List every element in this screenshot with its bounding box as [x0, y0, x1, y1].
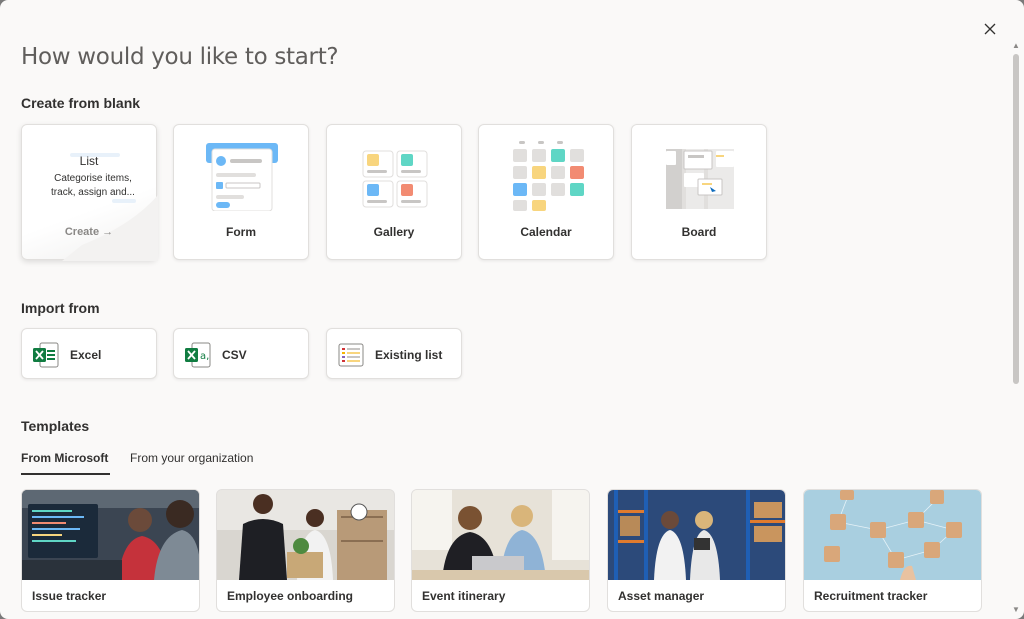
vertical-scrollbar[interactable]: ▲ ▼ [1011, 40, 1021, 619]
active-tab-indicator [21, 473, 110, 475]
create-board-card[interactable]: Board [631, 124, 767, 260]
scroll-thumb[interactable] [1013, 54, 1019, 384]
template-issue-tracker[interactable]: Issue tracker [21, 489, 200, 612]
import-excel-button[interactable]: Excel [21, 328, 157, 379]
close-button[interactable] [980, 19, 1000, 39]
form-icon [206, 143, 278, 211]
board-card-label: Board [681, 225, 717, 239]
template-asset-manager-label: Asset manager [618, 589, 705, 603]
gallery-card-label: Gallery [373, 225, 415, 239]
template-issue-tracker-label: Issue tracker [32, 589, 107, 603]
board-icon [666, 149, 734, 209]
import-csv-label: CSV [222, 348, 247, 362]
template-asset-manager[interactable]: Asset manager [607, 489, 786, 612]
svg-text:a,: a, [200, 351, 209, 362]
csv-icon: a, [185, 342, 211, 368]
template-event-itinerary-label: Event itinerary [422, 589, 506, 603]
tab-from-microsoft[interactable]: From Microsoft [21, 451, 108, 465]
import-excel-label: Excel [70, 348, 102, 362]
template-recruitment-tracker[interactable]: Recruitment tracker [803, 489, 982, 612]
list-card-title: List [79, 154, 99, 168]
template-event-itinerary[interactable]: Event itinerary [411, 489, 590, 612]
form-card-label: Form [226, 225, 256, 239]
list-card-description: Categorise items, track, assign and... [51, 173, 135, 198]
create-calendar-card[interactable]: Calendar [478, 124, 614, 260]
excel-icon [33, 342, 59, 368]
women-laptop-photo [412, 490, 589, 580]
network-blocks-photo [804, 490, 981, 580]
templates-heading: Templates [21, 418, 90, 434]
create-from-blank-heading: Create from blank [21, 95, 141, 111]
existing-list-icon [338, 343, 364, 367]
template-employee-onboarding-label: Employee onboarding [227, 589, 354, 603]
template-employee-onboarding[interactable]: Employee onboarding [216, 489, 395, 612]
create-list-card[interactable]: List Categorise items, track, assign and… [21, 124, 158, 261]
tab-from-your-organization[interactable]: From your organization [130, 451, 253, 465]
import-csv-button[interactable]: a, CSV [173, 328, 309, 379]
import-existing-list-button[interactable]: Existing list [326, 328, 462, 379]
template-recruitment-tracker-label: Recruitment tracker [814, 589, 928, 603]
warehouse-photo [608, 490, 785, 580]
create-form-card[interactable]: Form [173, 124, 309, 260]
create-gallery-card[interactable]: Gallery [326, 124, 462, 260]
gallery-icon [362, 150, 428, 208]
calendar-card-label: Calendar [520, 225, 572, 239]
dialog-title: How would you like to start? [21, 44, 339, 70]
scroll-up-icon[interactable]: ▲ [1012, 42, 1020, 50]
start-dialog: ▲ ▼ How would you like to start? Create … [0, 0, 1024, 619]
import-existing-list-label: Existing list [375, 348, 443, 362]
calendar-icon [513, 141, 584, 211]
developers-at-screens-photo [22, 490, 199, 580]
close-icon [984, 23, 996, 35]
scroll-down-icon[interactable]: ▼ [1012, 606, 1020, 614]
import-from-heading: Import from [21, 300, 100, 316]
list-create-link[interactable]: Create → [22, 226, 156, 238]
handshake-office-photo [217, 490, 394, 580]
